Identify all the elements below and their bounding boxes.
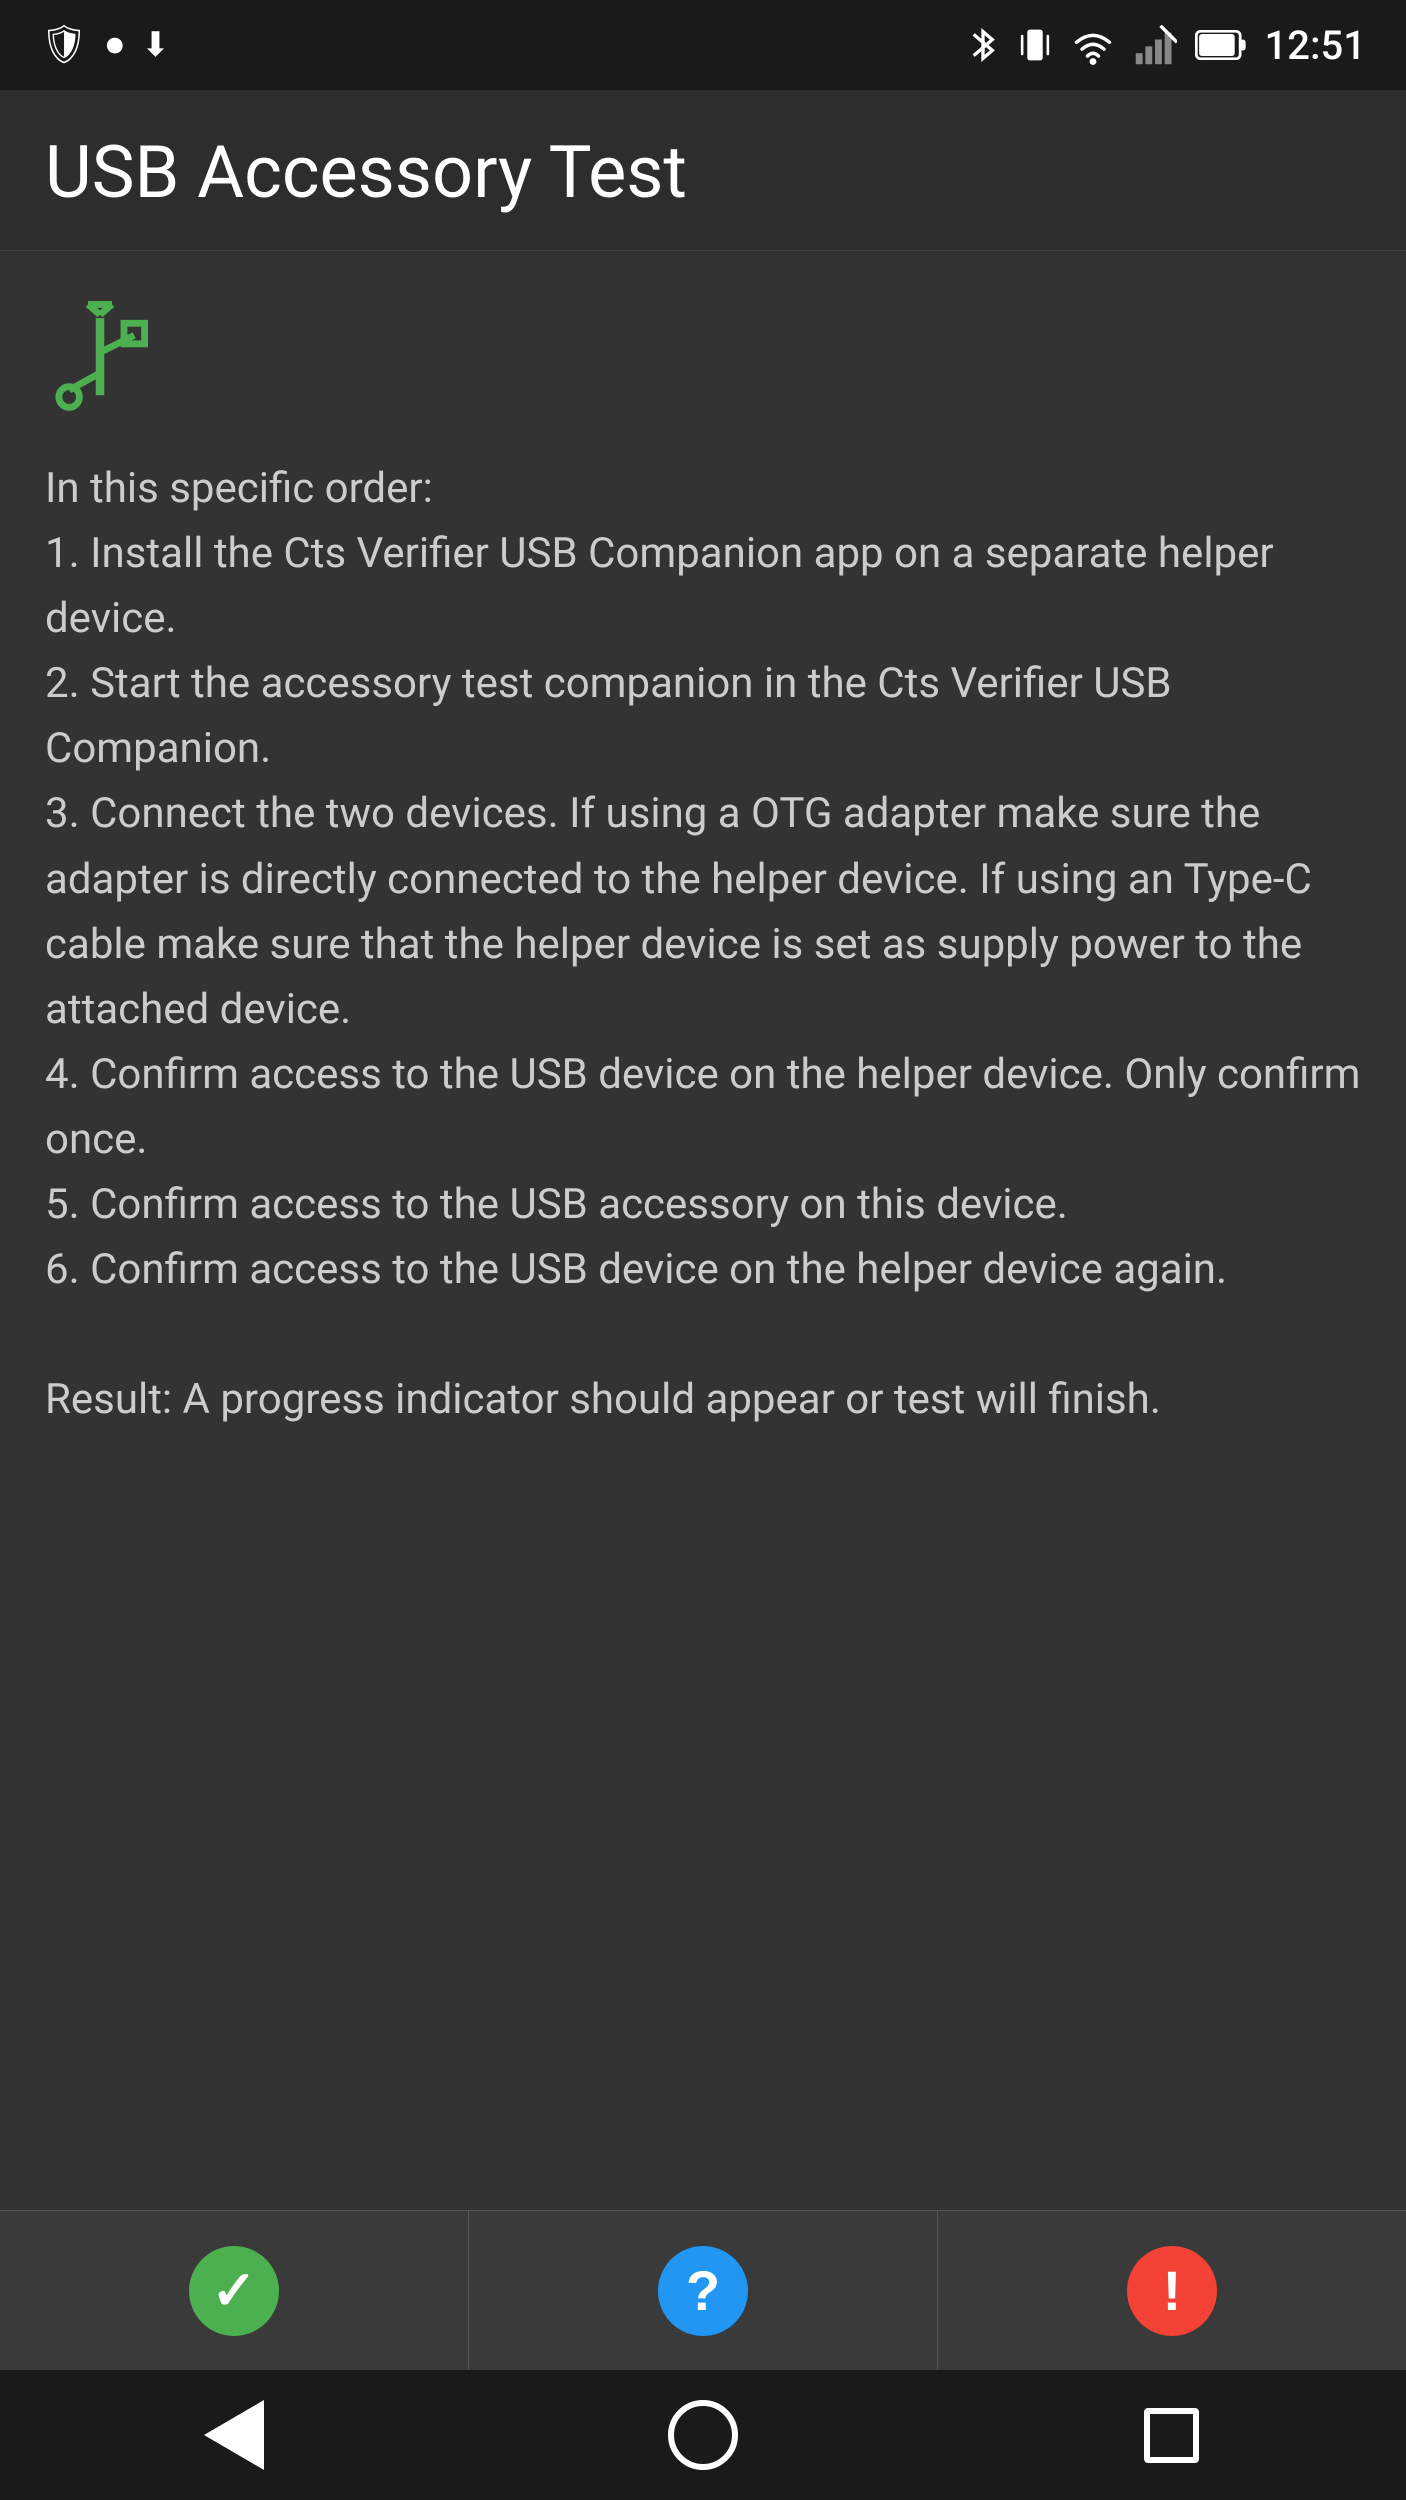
info-icon: ? [658, 2246, 748, 2336]
battery-icon [1195, 26, 1247, 64]
vibrate-icon [1017, 23, 1053, 67]
status-time: 12:51 [1265, 22, 1366, 69]
download-icon: ⬇ [141, 25, 170, 65]
instruction-line-intro: In this specific order: [45, 464, 433, 513]
recent-icon [1144, 2408, 1199, 2463]
instruction-step-3: 3. Connect the two devices. If using a O… [45, 789, 1312, 1033]
nav-recent-button[interactable] [1122, 2385, 1222, 2485]
status-bar: 🛡 ⏺ ⬇ [0, 0, 1406, 90]
usb-icon [45, 301, 155, 421]
pass-checkmark: ✓ [211, 2259, 256, 2322]
home-icon [668, 2400, 738, 2470]
page-title: USB Accessory Test [45, 130, 687, 215]
nav-back-button[interactable] [184, 2385, 284, 2485]
record-icon: ⏺ [106, 25, 123, 65]
instruction-result: Result: A progress indicator should appe… [45, 1375, 1161, 1424]
main-content: In this specific order: 1. Install the C… [0, 251, 1406, 2210]
nav-home-button[interactable] [653, 2385, 753, 2485]
info-question: ? [686, 2258, 720, 2323]
bluetooth-icon [967, 23, 999, 67]
fail-button[interactable]: ! [938, 2211, 1406, 2370]
instruction-step-1: 1. Install the Cts Verifier USB Companio… [45, 529, 1274, 643]
pass-button[interactable]: ✓ [0, 2211, 469, 2370]
instruction-step-2: 2. Start the accessory test companion in… [45, 659, 1172, 773]
shield-icon: 🛡 [40, 23, 88, 67]
instruction-step-5: 5. Confirm access to the USB accessory o… [45, 1180, 1068, 1229]
instruction-step-4: 4. Confirm access to the USB device on t… [45, 1050, 1360, 1164]
instructions-text: In this specific order: 1. Install the C… [45, 456, 1361, 1432]
nav-bar [0, 2370, 1406, 2500]
back-icon [204, 2400, 264, 2470]
action-bar: ✓ ? ! [0, 2210, 1406, 2370]
fail-exclamation: ! [1163, 2258, 1182, 2323]
status-bar-left: 🛡 ⏺ ⬇ [40, 23, 170, 67]
info-button[interactable]: ? [469, 2211, 938, 2370]
pass-icon: ✓ [189, 2246, 279, 2336]
fail-icon: ! [1127, 2246, 1217, 2336]
status-bar-right: 12:51 [967, 22, 1366, 69]
wifi-icon [1071, 25, 1115, 65]
signal-icon [1133, 25, 1177, 65]
title-bar: USB Accessory Test [0, 90, 1406, 251]
instruction-step-6: 6. Confirm access to the USB device on t… [45, 1245, 1227, 1294]
